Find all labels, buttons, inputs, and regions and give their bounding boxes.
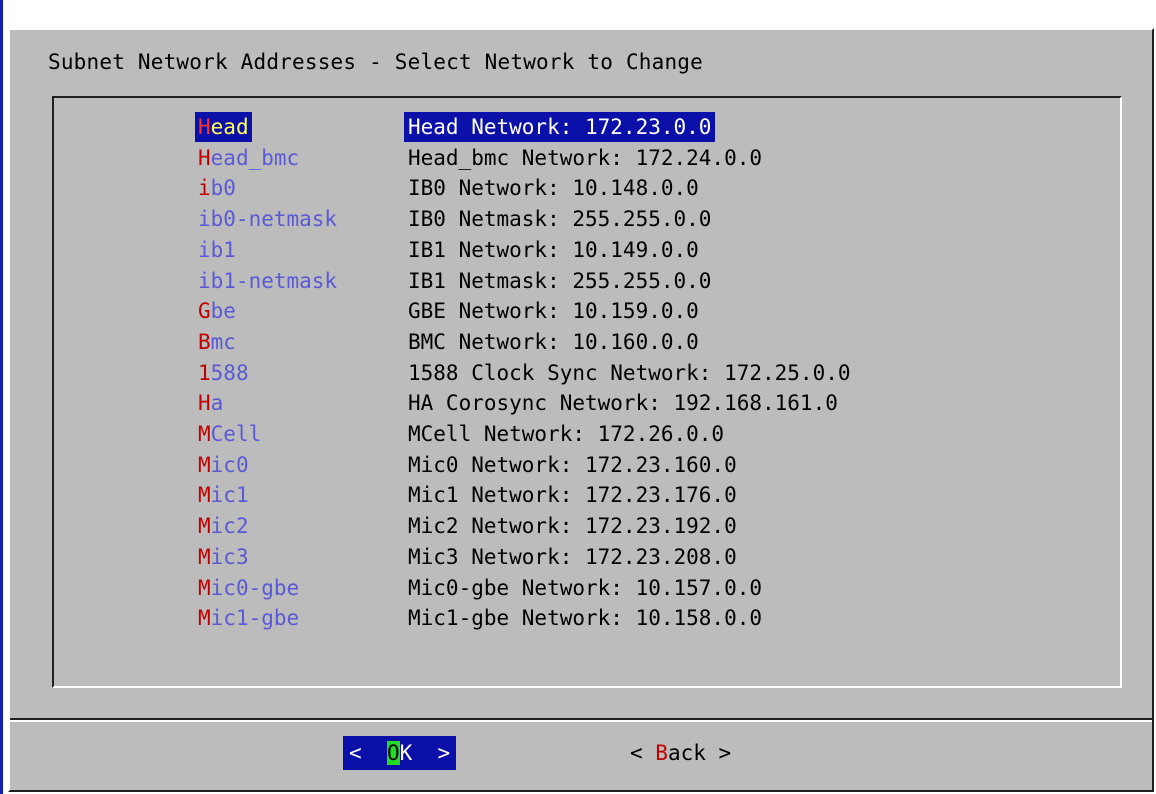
menu-item-tag: Gbe (198, 296, 236, 326)
menu-item-description: Mic0 Network: 172.23.160.0 (408, 452, 737, 477)
menu-item-description: GBE Network: 10.159.0.0 (408, 299, 699, 324)
menu-item-tag-rest: ib0-netmask (198, 207, 338, 232)
menu-item-description: BMC Network: 10.160.0.0 (408, 329, 699, 354)
dialog-title: Subnet Network Addresses - Select Networ… (48, 50, 703, 74)
menu-item-tag: ib1 (198, 235, 236, 265)
subnet-dialog: Subnet Network Addresses - Select Networ… (8, 28, 1154, 792)
ok-button-hotkey: O (386, 741, 400, 765)
button-separator (10, 718, 1152, 722)
menu-item-tag-rest: ead (210, 115, 249, 139)
menu-item-tag-rest: ib1-netmask (198, 268, 338, 293)
menu-item-tag-rest: ead_bmc (210, 145, 300, 170)
menu-item-tag: Mic1 (198, 480, 249, 510)
menu-item-tag-rest: ic3 (210, 544, 249, 569)
menu-item-tag: Mic2 (198, 511, 249, 541)
menu-item-description: IB1 Network: 10.149.0.0 (408, 237, 699, 262)
menu-item-description: HA Corosync Network: 192.168.161.0 (408, 391, 838, 416)
menu-item-tag-rest: ic0-gbe (210, 575, 300, 600)
back-button[interactable]: < Back > (630, 736, 731, 770)
menu-item-tag: ib1-netmask (198, 266, 337, 296)
menu-item-hotkey: G (198, 299, 211, 324)
menu-item-hotkey: M (198, 575, 211, 600)
menu-item-hotkey: M (198, 544, 211, 569)
menu-item-description: Mic2 Network: 172.23.192.0 (408, 514, 737, 539)
menu-item-tag: Ha (198, 388, 223, 418)
menu-item-tag: Head_bmc (198, 143, 299, 173)
menu-item-tag: ib0-netmask (198, 204, 337, 234)
ok-button-left: < (349, 741, 387, 765)
menu-item-description: IB0 Network: 10.148.0.0 (408, 176, 699, 201)
back-button-rest: ack > (667, 741, 732, 765)
menu-item-description: Mic0-gbe Network: 10.157.0.0 (408, 575, 763, 600)
menu-item-tag: Mic1-gbe (198, 603, 299, 633)
menu-item-hotkey: H (198, 115, 211, 139)
menu-item-tag: Mic0 (198, 450, 249, 480)
menu-item-tag: MCell (198, 419, 261, 449)
menu-item-hotkey: H (198, 145, 211, 170)
menu-item-tag-rest: ic2 (210, 514, 249, 539)
menu-item-tag: ib0 (198, 173, 236, 203)
menu-item-hotkey: B (198, 329, 211, 354)
menu-item-tag-rest: ic1 (210, 483, 249, 508)
menu-item-tag: Bmc (198, 327, 236, 357)
menu-item-tag-rest: mc (210, 329, 236, 354)
menu-item-description: Mic1 Network: 172.23.176.0 (408, 483, 737, 508)
menu-item-description: MCell Network: 172.26.0.0 (408, 422, 725, 446)
menu-item-description: Head Network: 172.23.0.0 (404, 112, 716, 142)
menu-item-description: Mic3 Network: 172.23.208.0 (408, 544, 737, 569)
terminal-left-border (0, 0, 3, 794)
back-button-left: < (630, 741, 656, 765)
ok-button[interactable]: < OK > (343, 736, 457, 770)
menu-item-description: Mic1-gbe Network: 10.158.0.0 (408, 606, 763, 631)
menu-item-hotkey: M (198, 422, 211, 446)
menu-item-hotkey: i (198, 176, 211, 201)
menu-item-tag-rest: 588 (210, 360, 249, 385)
menu-item-hotkey: H (198, 391, 211, 416)
menu-item-hotkey: M (198, 606, 211, 631)
menu-item-description: 1588 Clock Sync Network: 172.25.0.0 (408, 360, 851, 385)
menu-item-hotkey: M (198, 514, 211, 539)
menu-item-tag-rest: ic0 (210, 452, 249, 477)
menu-item-tag-rest: be (210, 299, 236, 324)
menu-item-hotkey: M (198, 483, 211, 508)
menu-item-tag: Mic3 (198, 542, 249, 572)
menu-item-tag-rest: b0 (210, 176, 236, 201)
menu-item-tag-rest: ib1 (198, 237, 236, 262)
back-button-hotkey: B (655, 741, 668, 765)
ok-button-rest: K > (399, 741, 451, 765)
menu-item-description: IB0 Netmask: 255.255.0.0 (408, 207, 712, 232)
network-menu: Head Head Network: 172.23.0.0 Head_bmc Head… (52, 96, 1122, 688)
menu-item-hotkey: 1 (198, 360, 211, 385)
menu-item-hotkey: M (198, 452, 211, 477)
menu-item-tag-rest: a (210, 391, 224, 416)
menu-item-description: IB1 Netmask: 255.255.0.0 (408, 268, 712, 293)
menu-item-tag-rest: ic1-gbe (210, 606, 300, 631)
menu-item-tag: Mic0-gbe (198, 573, 299, 603)
menu-item-tag-rest: Cell (210, 422, 262, 446)
menu-item-description: Head_bmc Network: 172.24.0.0 (408, 145, 763, 170)
menu-item-tag: Head (195, 112, 252, 142)
menu-item-tag: 1588 (198, 358, 249, 388)
